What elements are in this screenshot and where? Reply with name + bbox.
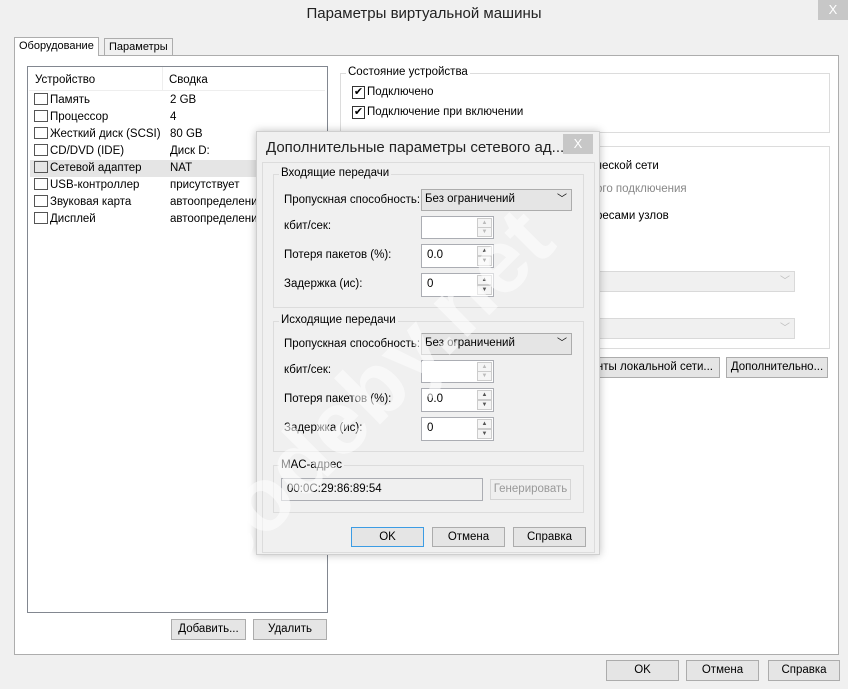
device-summary: присутствует [170,179,240,191]
spin-up-icon[interactable]: ▲ [477,390,492,400]
device-summary: автоопределение [170,196,264,208]
header-device[interactable]: Устройство [35,74,95,86]
outgoing-bandwidth-label: Пропускная способность: [284,338,421,350]
connect-on-power-label: Подключение при включении [367,106,524,118]
outgoing-bandwidth-value: Без ограничений [425,337,515,349]
dialog-help-button[interactable]: Справка [513,527,586,547]
spin-up-icon[interactable]: ▲ [477,275,492,285]
speaker-icon [34,194,48,207]
device-summary: Диск D: [170,145,210,157]
incoming-kbps-spinner[interactable]: ▲ ▼ [421,216,494,239]
device-name: Жесткий диск (SCSI) [50,128,161,140]
incoming-bandwidth-select[interactable]: Без ограничений ﹀ [421,189,572,211]
outgoing-loss-value: 0.0 [427,393,443,405]
device-summary: 4 [170,111,177,123]
device-name: Дисплей [50,213,96,225]
connect-on-power-checkbox[interactable]: ✔ [352,106,365,119]
harddisk-icon [34,126,48,139]
device-name: CD/DVD (IDE) [50,145,125,157]
incoming-latency-label: Задержка (ис): [284,278,363,290]
device-summary: автоопределение [170,213,264,225]
device-name: Сетевой адаптер [50,162,142,174]
device-summary: 2 GB [170,94,197,106]
incoming-bandwidth-value: Без ограничений [425,193,515,205]
chevron-down-icon: ﹀ [557,338,567,349]
spin-down-icon[interactable]: ▼ [477,429,492,439]
spin-down-icon[interactable]: ▼ [477,371,492,381]
outgoing-loss-spinner[interactable]: 0.0 ▲ ▼ [421,388,494,412]
cpu-icon [34,109,48,122]
incoming-loss-label: Потеря пакетов (%): [284,249,392,261]
spin-up-icon[interactable]: ▲ [477,419,492,429]
outgoing-loss-label: Потеря пакетов (%): [284,393,392,405]
outgoing-kbps-spinner[interactable]: ▲ ▼ [421,360,494,383]
spin-down-icon[interactable]: ▼ [477,285,492,295]
spin-up-icon[interactable]: ▲ [477,246,492,256]
device-name: Процессор [50,111,109,123]
advanced-button[interactable]: Дополнительно... [726,357,828,378]
spin-down-icon[interactable]: ▼ [477,227,492,237]
incoming-bandwidth-label: Пропускная способность: [284,194,421,206]
network-option-2[interactable]: ого подключения [596,183,687,195]
lan-segments-button[interactable]: нты локальной сети... [590,357,720,378]
incoming-latency-value: 0 [427,278,434,290]
spin-down-icon[interactable]: ▼ [477,400,492,410]
device-status-group [340,73,830,133]
spin-down-icon[interactable]: ▼ [477,256,492,266]
dialog-ok-button[interactable]: OK [351,527,424,547]
device-name: Память [50,94,91,106]
network-option-3[interactable]: ресами узлов [596,210,669,222]
mac-address-field[interactable]: 00:0C:29:86:89:54 [281,478,483,501]
window-title: Параметры виртуальной машины [306,5,542,22]
list-header: Устройство Сводка [29,67,325,91]
device-name: USB-контроллер [50,179,140,191]
outgoing-kbps-label: кбит/сек: [284,364,332,376]
cd-icon [34,143,48,156]
network-select-1[interactable]: ﹀ [590,271,795,292]
device-summary: 80 GB [170,128,203,140]
tab-hardware[interactable]: Оборудование [14,37,99,56]
outgoing-latency-value: 0 [427,422,434,434]
device-row[interactable]: Процессор 4 [30,109,326,126]
memory-icon [34,92,48,105]
network-select-2[interactable]: ﹀ [590,318,795,339]
chevron-down-icon: ﹀ [780,323,790,334]
advanced-network-dialog: Дополнительные параметры сетевого ад... … [256,131,600,555]
connected-checkbox[interactable]: ✔ [352,86,365,99]
incoming-title: Входящие передачи [279,167,392,179]
mac-title: MAC-адрес [279,459,345,471]
usb-icon [34,177,48,190]
dialog-title: Дополнительные параметры сетевого ад... [266,139,565,156]
incoming-kbps-label: кбит/сек: [284,220,332,232]
tab-options[interactable]: Параметры [104,38,173,55]
network-icon [34,160,48,173]
outgoing-latency-spinner[interactable]: 0 ▲ ▼ [421,417,494,441]
device-status-title: Состояние устройства [346,66,470,79]
dialog-close-icon[interactable]: X [563,134,593,154]
outgoing-latency-label: Задержка (ис): [284,422,363,434]
help-button[interactable]: Справка [768,660,840,681]
device-name: Звуковая карта [50,196,132,208]
outgoing-title: Исходящие передачи [279,314,398,326]
device-summary: NAT [170,162,193,174]
incoming-loss-value: 0.0 [427,249,443,261]
cancel-button[interactable]: Отмена [686,660,759,681]
close-icon[interactable]: X [818,0,848,20]
incoming-loss-spinner[interactable]: 0.0 ▲ ▼ [421,244,494,268]
add-button[interactable]: Добавить... [171,619,246,640]
network-option-1[interactable]: ческой сети [596,160,659,172]
outgoing-bandwidth-select[interactable]: Без ограничений ﹀ [421,333,572,355]
chevron-down-icon: ﹀ [780,276,790,287]
dialog-cancel-button[interactable]: Отмена [432,527,505,547]
ok-button[interactable]: OK [606,660,679,681]
remove-button[interactable]: Удалить [253,619,327,640]
generate-button[interactable]: Генерировать [490,479,571,500]
connected-label: Подключено [367,86,434,98]
chevron-down-icon: ﹀ [557,194,567,205]
header-summary[interactable]: Сводка [169,74,208,86]
monitor-icon [34,211,48,224]
incoming-latency-spinner[interactable]: 0 ▲ ▼ [421,273,494,297]
device-row[interactable]: Память 2 GB [30,92,326,109]
